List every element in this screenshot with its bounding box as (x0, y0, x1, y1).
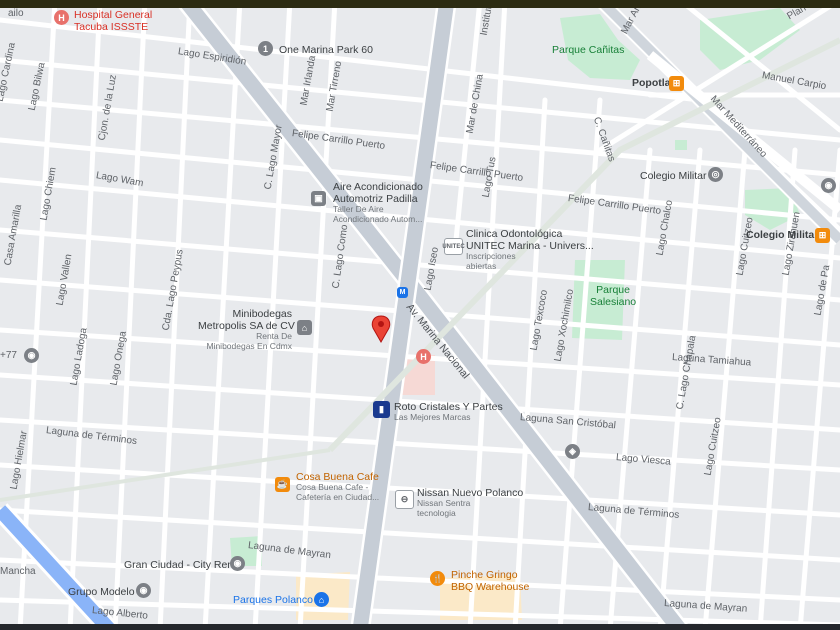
edge-poi-icon[interactable]: ◉ (821, 178, 836, 193)
poi-aire-line1: Aire Acondicionado (333, 181, 423, 193)
poi-salesiano-line1: Parque (596, 284, 630, 296)
poi-minibodegas[interactable]: Minibodegas Metropolis SA de CV Renta De… (198, 308, 295, 351)
metro-station-colegio-icon[interactable]: ⊞ (815, 228, 830, 243)
poi-grupo-modelo[interactable]: Grupo Modelo (68, 586, 135, 598)
poi-clinica-line1: Clinica Odontológica (466, 228, 563, 240)
top-window-bar (0, 0, 840, 8)
grupo-modelo-icon[interactable]: ◉ (136, 583, 151, 598)
poi-clinica-unitec[interactable]: Clinica Odontológica UNITEC Marina - Uni… (466, 228, 594, 271)
poi-cosa-sub2: Cafetería en Ciudad... (296, 491, 380, 502)
poi-parques-polanco[interactable]: Parques Polanco (233, 594, 313, 606)
poi-pinche-line2: BBQ Warehouse (451, 581, 530, 593)
poi-parque-salesiano[interactable]: Parque Salesiano (590, 284, 636, 308)
roto-cristales-icon[interactable]: ▮ (373, 401, 390, 418)
one-marina-icon[interactable]: 1 (258, 41, 273, 56)
poi-popotla[interactable]: Popotla (632, 77, 671, 89)
poi-nissan[interactable]: Nissan Nuevo Polanco Nissan Sentra tecno… (417, 487, 523, 518)
bottom-window-bar (0, 624, 840, 630)
parques-polanco-icon[interactable]: ⌂ (314, 592, 329, 607)
poi-roto-sub1: Las Mejores Marcas (394, 412, 471, 422)
pinche-gringo-icon[interactable]: 🍴 (430, 571, 445, 586)
park-tiny (675, 140, 687, 150)
metro-station-popotla-icon[interactable]: ⊞ (669, 76, 684, 91)
poi-pinche-gringo[interactable]: Pinche Gringo BBQ Warehouse (451, 569, 529, 593)
cosa-buena-icon[interactable]: ☕ (275, 477, 290, 492)
edge-77-icon[interactable]: ◉ (24, 348, 39, 363)
poi-hospital-line1: Hospital General (74, 9, 153, 21)
poi-roto-cristales[interactable]: Roto Cristales Y Partes Las Mejores Marc… (394, 401, 503, 423)
minibodegas-icon[interactable]: ⌂ (297, 320, 312, 335)
street-mancha: Mancha (0, 566, 36, 577)
poi-salesiano-line2: Salesiano (590, 296, 637, 308)
poi-one-marina[interactable]: One Marina Park 60 (279, 44, 373, 56)
poi-edge-77: +77 (0, 350, 17, 361)
poi-pinche-line1: Pinche Gringo (451, 569, 518, 581)
poi-colegio-militar-station[interactable]: Colegio Militar (746, 229, 818, 241)
green-poi-icon[interactable]: ◈ (565, 444, 580, 459)
poi-colegio-militar[interactable]: Colegio Militar (640, 170, 707, 182)
poi-aire-sub2: Acondicionado Autom... (333, 213, 423, 224)
poi-hospital-tacuba[interactable]: Hospital General Tacuba ISSSTE (74, 9, 152, 33)
partial-label-top-left: ailo (8, 8, 24, 19)
poi-mini-sub2: Minibodegas En Cdmx (206, 340, 292, 351)
unitec-icon[interactable]: UNITEC (442, 238, 465, 255)
poi-cosa-buena[interactable]: Cosa Buena Cafe Cosa Buena Cafe - Cafete… (296, 471, 379, 502)
selected-location-pin (371, 315, 391, 344)
poi-hospital-line2: Tacuba ISSSTE (74, 21, 149, 33)
poi-parque-canitas[interactable]: Parque Cañitas (552, 44, 624, 56)
park-north-east (700, 8, 800, 70)
poi-nissan-sub2: tecnologia (417, 507, 456, 518)
poi-clinica-sub2: abiertas (466, 260, 497, 271)
hospital-icon[interactable]: H (54, 10, 69, 25)
poi-aire-acondicionado[interactable]: Aire Acondicionado Automotriz Padilla Ta… (333, 181, 423, 224)
gran-ciudad-icon[interactable]: ◉ (230, 556, 245, 571)
map-canvas[interactable]: Lago Espiridión Lago Cardina Lago Bilwa … (0, 0, 840, 630)
nissan-icon[interactable]: ⊖ (395, 490, 414, 509)
hospital-2-icon[interactable]: H (416, 349, 431, 364)
colegio-militar-icon[interactable]: ◎ (708, 167, 723, 182)
metro-bus-icon[interactable]: M (397, 287, 408, 298)
aire-acondicionado-icon[interactable]: ▣ (311, 191, 326, 206)
poi-gran-ciudad[interactable]: Gran Ciudad - City Rent (124, 559, 236, 571)
poi-mini-line1: Minibodegas (232, 308, 292, 320)
